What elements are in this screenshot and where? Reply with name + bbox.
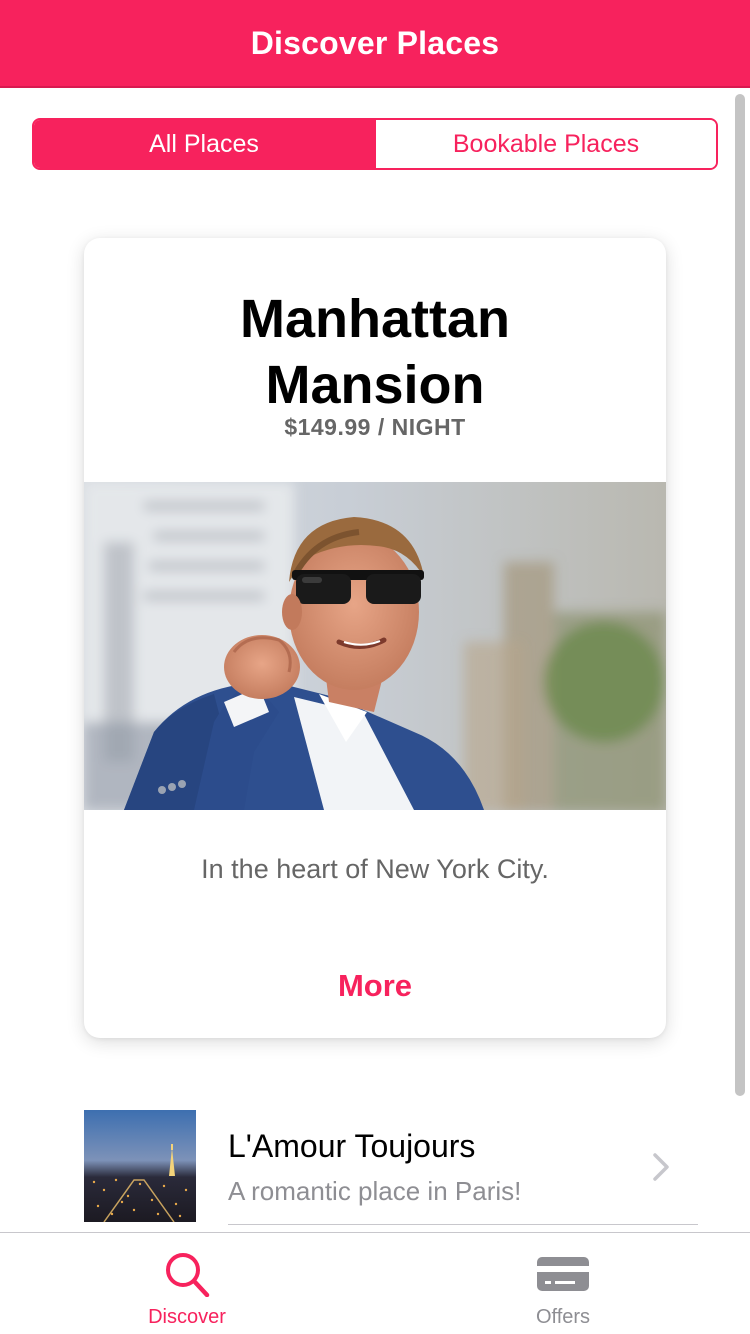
list-item[interactable]: L'Amour Toujours A romantic place in Par… <box>84 1110 700 1230</box>
featured-place-title: Manhattan Mansion <box>84 286 666 418</box>
featured-place-photo <box>84 482 666 810</box>
list-item-subtitle: A romantic place in Paris! <box>228 1176 522 1206</box>
tab-offers-label: Offers <box>535 1306 591 1328</box>
segment-all-places[interactable]: All Places <box>34 120 374 168</box>
featured-place-price: $149.99 / NIGHT <box>284 414 466 440</box>
search-icon <box>159 1251 215 1298</box>
page-title: Discover Places <box>250 24 500 61</box>
title-line-1: Manhattan <box>240 289 510 349</box>
list-divider <box>228 1224 698 1225</box>
scrollbar[interactable] <box>735 94 745 1096</box>
app-header: Discover Places <box>0 0 750 88</box>
chevron-right-icon <box>650 1152 674 1182</box>
featured-place-card[interactable]: Manhattan Mansion $149.99 / NIGHT In the… <box>84 238 666 1038</box>
card-icon <box>535 1251 591 1297</box>
title-line-2: Mansion <box>265 355 485 415</box>
featured-place-description: In the heart of New York City. <box>201 854 549 884</box>
segment-control: All Places Bookable Places <box>32 118 718 170</box>
tab-offers[interactable]: Offers <box>375 1233 750 1334</box>
more-button[interactable]: More <box>84 968 666 1004</box>
segment-bookable-places[interactable]: Bookable Places <box>374 120 716 168</box>
place-thumbnail <box>84 1110 196 1222</box>
tab-bar: Discover Offers <box>0 1232 750 1334</box>
list-item-title: L'Amour Toujours <box>228 1128 476 1164</box>
